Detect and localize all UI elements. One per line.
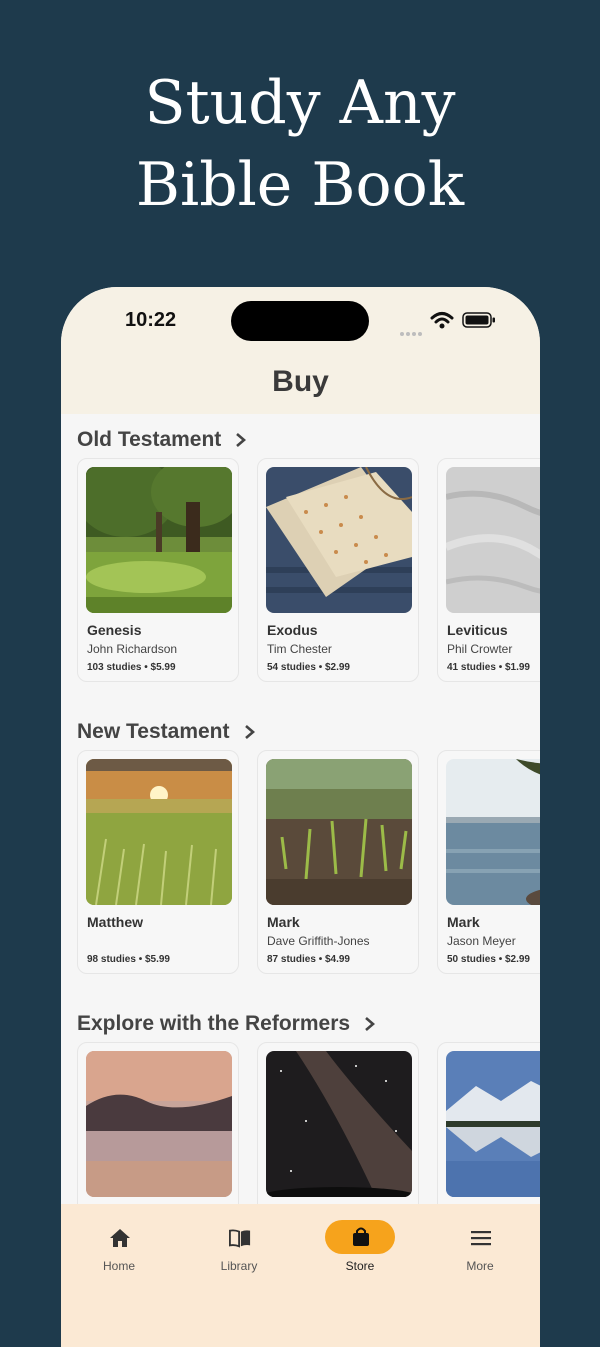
book-icon — [229, 1229, 251, 1248]
card-author: John Richardson — [87, 642, 178, 656]
section-header-new-testament[interactable]: New Testament — [77, 720, 256, 744]
card-title: Mark — [447, 914, 480, 930]
card-author: Phil Crowter — [447, 642, 513, 656]
hero-line-1: Study Any — [144, 68, 456, 138]
hero-line-2: Bible Book — [135, 150, 465, 220]
book-card-leviticus[interactable]: Leviticus Phil Crowter 41 studies • $1.9… — [437, 458, 540, 682]
book-card-exodus[interactable]: Exodus Tim Chester 54 studies • $2.99 — [257, 458, 419, 682]
section-title: Old Testament — [77, 428, 222, 451]
tab-bar: Home Library Store More — [61, 1204, 540, 1347]
battery-icon — [462, 312, 495, 328]
forest-park-photo — [86, 467, 232, 613]
tab-more[interactable]: More — [430, 1204, 530, 1284]
seedlings-photo — [266, 759, 412, 905]
book-card-matthew[interactable]: Matthew 98 studies • $5.99 — [77, 750, 239, 974]
card-meta: 87 studies • $4.99 — [267, 954, 350, 965]
linen-cloth-photo — [446, 467, 540, 613]
card-meta: 41 studies • $1.99 — [447, 662, 530, 673]
card-meta: 54 studies • $2.99 — [267, 662, 350, 673]
book-card-genesis[interactable]: Genesis John Richardson 103 studies • $5… — [77, 458, 239, 682]
dynamic-island — [231, 301, 369, 341]
status-time: 10:22 — [125, 309, 177, 331]
header-area: 10:22 Buy — [61, 287, 540, 414]
chevron-right-icon — [236, 433, 247, 447]
home-icon — [110, 1229, 130, 1247]
section-title: New Testament — [77, 720, 230, 743]
card-title: Genesis — [87, 622, 142, 638]
card-author: Jason Meyer — [447, 934, 516, 948]
mountain-lake-photo — [446, 1051, 540, 1197]
section-header-old-testament[interactable]: Old Testament — [77, 428, 247, 452]
tab-label: Store — [345, 1259, 375, 1273]
misty-lake-dawn-photo — [86, 1051, 232, 1197]
book-card-mark-griffith-jones[interactable]: Mark Dave Griffith-Jones 87 studies • $4… — [257, 750, 419, 974]
shopping-bag-icon — [353, 1227, 369, 1246]
wheat-field-sunset-photo — [86, 759, 232, 905]
card-author: Dave Griffith-Jones — [267, 934, 370, 948]
section-title: Explore with the Reformers — [77, 1012, 351, 1035]
card-title: Mark — [267, 914, 300, 930]
tab-label: More — [466, 1259, 494, 1273]
card-author: Tim Chester — [267, 642, 332, 656]
section-header-reformers[interactable]: Explore with the Reformers — [77, 1012, 376, 1036]
tab-label: Home — [102, 1259, 135, 1273]
page-title: Buy — [272, 365, 329, 398]
signal-icon — [400, 323, 426, 336]
wifi-icon — [430, 312, 454, 329]
card-meta: 50 studies • $2.99 — [447, 954, 530, 965]
tab-store[interactable]: Store — [310, 1204, 410, 1284]
milky-way-photo — [266, 1051, 412, 1197]
phone-screen: 10:22 Buy Old Testament Genesis John Ric… — [61, 287, 540, 1347]
tab-home[interactable]: Home — [69, 1204, 169, 1284]
card-title: Matthew — [87, 914, 143, 930]
lake-shore-photo — [446, 759, 540, 905]
card-meta: 98 studies • $5.99 — [87, 954, 170, 965]
book-card-mark-meyer[interactable]: Mark Jason Meyer 50 studies • $2.99 — [437, 750, 540, 974]
chevron-right-icon — [365, 1017, 376, 1031]
tab-library[interactable]: Library — [189, 1204, 289, 1284]
card-title: Leviticus — [447, 622, 508, 638]
menu-icon — [471, 1231, 491, 1246]
card-meta: 103 studies • $5.99 — [87, 662, 176, 673]
chevron-right-icon — [244, 725, 255, 739]
card-title: Exodus — [267, 622, 318, 638]
hero-headline: Study Any Bible Book — [0, 62, 600, 226]
tab-label: Library — [220, 1259, 258, 1273]
matzah-bread-photo — [266, 467, 412, 613]
